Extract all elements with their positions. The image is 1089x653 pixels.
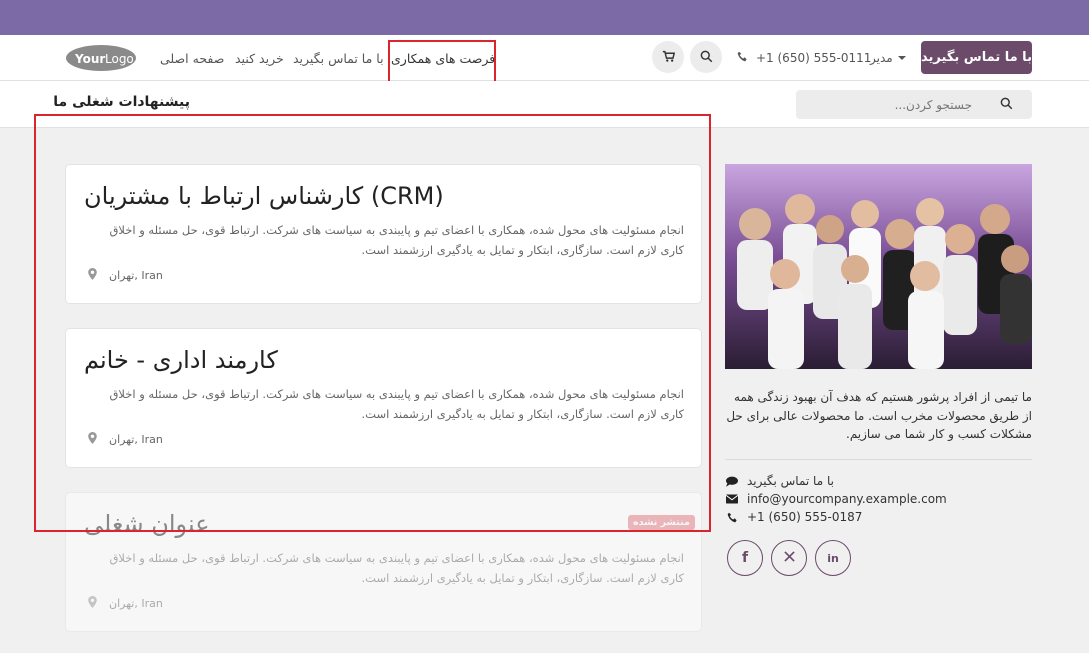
sidebar-divider xyxy=(725,459,1032,460)
admin-label: مدیر xyxy=(870,51,893,65)
search-icon xyxy=(700,48,713,67)
job-description: انجام مسئولیت های محول شده، همکاری با اع… xyxy=(109,223,684,257)
phone-text: +1 (650) 555-0187 xyxy=(747,510,863,524)
contact-us-button[interactable]: با ما تماس بگیرید xyxy=(921,41,1032,74)
nav-contact[interactable]: با ما تماس بگیرید xyxy=(293,51,384,66)
svg-text:Your: Your xyxy=(74,52,105,66)
phone-link[interactable]: +1 (650) 555-0187 xyxy=(725,510,862,524)
search-button[interactable] xyxy=(690,41,722,73)
linkedin-button[interactable]: in xyxy=(815,540,851,576)
map-marker-icon xyxy=(88,432,97,447)
x-icon xyxy=(783,550,795,566)
job-card[interactable]: کارمند اداری - خانم انجام مسئولیت های مح… xyxy=(65,328,702,468)
phone-icon xyxy=(725,512,739,523)
page-title: پیشنهادات شغلی ما xyxy=(53,94,190,110)
search-icon xyxy=(1000,95,1013,114)
facebook-button[interactable]: f xyxy=(727,540,763,576)
job-location-text: تهران, Iran xyxy=(109,433,163,446)
envelope-icon xyxy=(725,494,739,504)
about-text: ما تیمی از افراد پرشور هستیم که هدف آن ب… xyxy=(726,390,1032,441)
facebook-icon: f xyxy=(741,550,749,566)
svg-text:Logo: Logo xyxy=(105,52,134,66)
job-title[interactable]: کارمند اداری - خانم xyxy=(84,346,278,374)
cart-button[interactable] xyxy=(652,41,684,73)
email-link[interactable]: info@yourcompany.example.com xyxy=(725,492,947,506)
nav-home[interactable]: صفحه اصلی xyxy=(160,51,224,66)
unpublished-badge: منتشر نشده xyxy=(628,515,695,530)
job-location: تهران, Iran xyxy=(88,596,163,611)
jobs-search xyxy=(796,90,1032,119)
job-title[interactable]: کارشناس ارتباط با مشتریان (CRM) xyxy=(84,182,444,210)
cart-icon xyxy=(662,48,675,67)
company-logo[interactable]: Your Logo xyxy=(65,43,137,73)
phone-icon xyxy=(737,51,748,65)
job-location: تهران, Iran xyxy=(88,432,163,447)
admin-dropdown[interactable]: مدیر xyxy=(870,51,906,65)
chevron-down-icon xyxy=(897,56,906,60)
contact-us-label: با ما تماس بگیرید xyxy=(747,474,834,488)
contact-us-link[interactable]: با ما تماس بگیرید xyxy=(725,474,834,488)
job-description: انجام مسئولیت های محول شده، همکاری با اع… xyxy=(109,387,684,421)
job-location-text: تهران, Iran xyxy=(109,269,163,282)
job-card-unpublished[interactable]: عنوان شغلی منتشر نشده انجام مسئولیت های … xyxy=(65,492,702,632)
job-location-text: تهران, Iran xyxy=(109,597,163,610)
header-phone-number: +1 (650) 555-0111 xyxy=(756,51,872,65)
job-card[interactable]: کارشناس ارتباط با مشتریان (CRM) انجام مس… xyxy=(65,164,702,304)
search-input[interactable] xyxy=(796,97,986,112)
job-title[interactable]: عنوان شغلی xyxy=(84,510,210,538)
nav-highlight-frame xyxy=(388,40,496,86)
top-banner xyxy=(0,0,1089,35)
job-location: تهران, Iran xyxy=(88,268,163,283)
x-button[interactable] xyxy=(771,540,807,576)
comment-icon xyxy=(725,476,739,487)
nav-shop[interactable]: خرید کنید xyxy=(235,51,284,66)
search-submit-button[interactable] xyxy=(986,90,1026,119)
job-description: انجام مسئولیت های محول شده، همکاری با اع… xyxy=(109,551,684,585)
linkedin-icon: in xyxy=(827,551,839,565)
map-marker-icon xyxy=(88,596,97,611)
header-phone[interactable]: +1 (650) 555-0111 xyxy=(737,51,871,65)
map-marker-icon xyxy=(88,268,97,283)
email-text: info@yourcompany.example.com xyxy=(747,492,947,506)
team-photo xyxy=(725,164,1032,369)
